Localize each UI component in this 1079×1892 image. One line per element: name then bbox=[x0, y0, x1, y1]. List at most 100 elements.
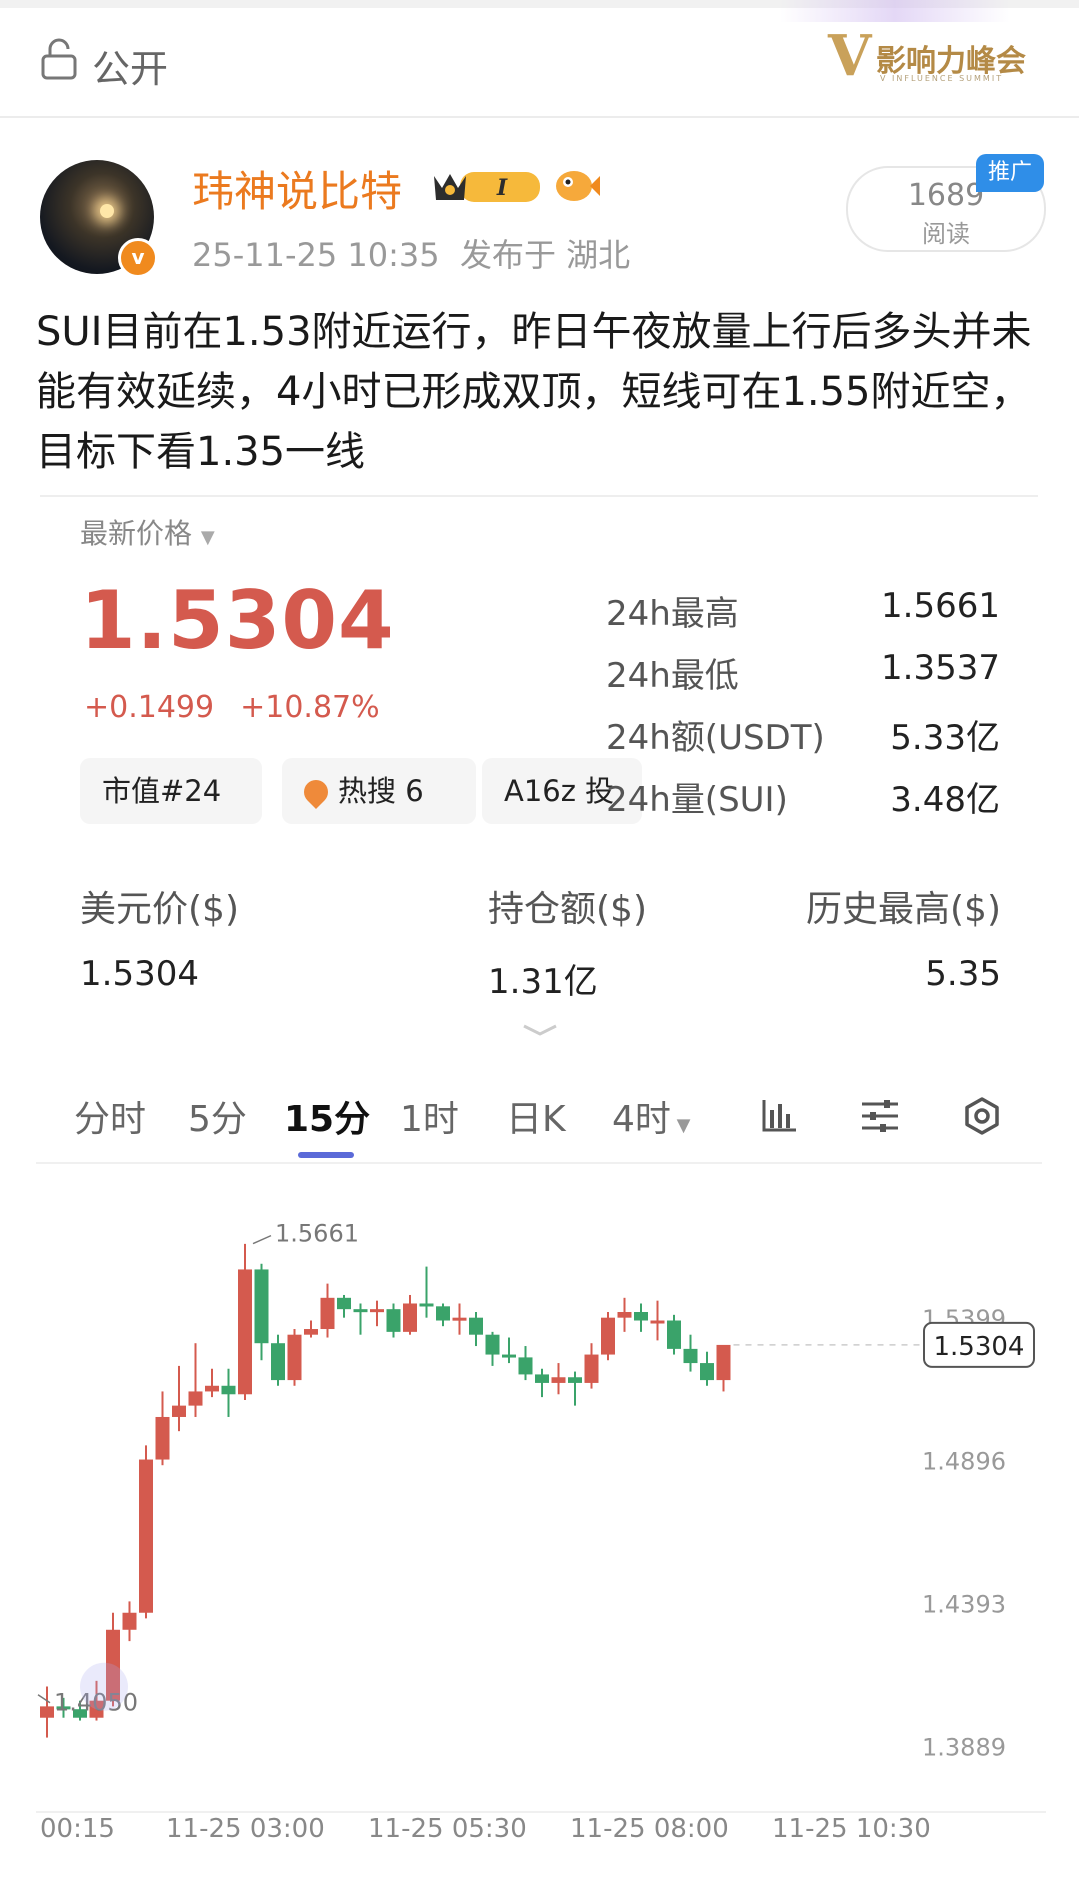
tab-daily[interactable]: 日K bbox=[506, 1090, 566, 1142]
all-time-high-label: 历史最高($) bbox=[806, 889, 1001, 930]
tag-market-cap[interactable]: 市值#24 bbox=[80, 758, 262, 824]
tag-label: A16z 投 bbox=[504, 774, 615, 808]
read-label: 阅读 bbox=[922, 220, 970, 248]
candlestick-chart[interactable]: 1.53991.48961.43931.38891.53041.56611.40… bbox=[36, 1170, 1046, 1850]
card-divider bbox=[40, 495, 1038, 497]
stats-panel: 24h最高 1.5661 24h最低 1.3537 24h额(USDT) 5.33亿 … bbox=[606, 586, 1000, 834]
candle-body bbox=[518, 1357, 533, 1375]
post-time: 25-11-25 10:35 bbox=[192, 236, 440, 274]
change-pct: +10.87% bbox=[240, 690, 380, 725]
y-tick-label: 1.4393 bbox=[922, 1590, 1006, 1618]
tab-4h-label: 4时 bbox=[612, 1099, 671, 1140]
candle-body bbox=[254, 1269, 269, 1344]
tag-label: 市值#24 bbox=[102, 774, 222, 808]
tag-label: 热搜 6 bbox=[338, 774, 424, 808]
usd-price-label: 美元价($) bbox=[80, 889, 239, 930]
candle-body bbox=[650, 1320, 665, 1324]
post-location: 发布于 湖北 bbox=[459, 236, 631, 274]
tab-time-share[interactable]: 分时 bbox=[74, 1090, 146, 1142]
x-tick-label: 11-25 05:30 bbox=[368, 1814, 527, 1844]
candle-body bbox=[205, 1385, 219, 1392]
candle-body bbox=[172, 1405, 186, 1417]
x-tick-label: 00:15 bbox=[40, 1814, 115, 1844]
candle-body bbox=[403, 1303, 417, 1332]
indicator-bars-icon[interactable] bbox=[760, 1096, 800, 1136]
candle-body bbox=[40, 1706, 54, 1718]
current-price: 1.5304 bbox=[80, 574, 395, 667]
candle-body bbox=[634, 1312, 648, 1321]
interval-tabs: 分时 5分 15分 1时 日K 4时 ▼ bbox=[0, 1082, 1079, 1162]
candle-body bbox=[683, 1348, 698, 1364]
chevron-down-icon: ▼ bbox=[670, 1115, 691, 1136]
stat-value: 1.3537 bbox=[881, 648, 1000, 688]
usd-price-value: 1.5304 bbox=[80, 954, 199, 994]
lock-icon bbox=[41, 38, 77, 80]
candle-body bbox=[568, 1377, 582, 1383]
open-interest-value: 1.31亿 bbox=[488, 962, 598, 1002]
stat-row: 24h最低 1.3537 bbox=[606, 648, 1000, 710]
fullscreen-bubble-icon bbox=[80, 1662, 128, 1711]
visibility-label[interactable]: 公开 bbox=[92, 38, 168, 93]
candle-body bbox=[122, 1612, 137, 1630]
candle-body bbox=[601, 1317, 615, 1355]
brand-subtitle: V INFLUENCE SUMMIT bbox=[880, 74, 1004, 83]
stat-row: 24h量(SUI) 3.48亿 bbox=[606, 772, 1000, 834]
tab-4h[interactable]: 4时 ▼ bbox=[612, 1090, 690, 1142]
x-tick-label: 11-25 03:00 bbox=[166, 1814, 325, 1844]
x-tick-label: 11-25 08:00 bbox=[570, 1814, 729, 1844]
candle-body bbox=[188, 1391, 203, 1406]
brand-logo: V 影响力峰会 V INFLUENCE SUMMIT bbox=[828, 28, 1028, 88]
candle-body bbox=[320, 1297, 335, 1330]
candle-body bbox=[238, 1269, 252, 1395]
top-bar: 公开 V 影响力峰会 V INFLUENCE SUMMIT bbox=[0, 0, 1079, 118]
adjust-sliders-icon[interactable] bbox=[860, 1096, 900, 1136]
candle-body bbox=[304, 1329, 318, 1335]
candle-body bbox=[139, 1459, 153, 1613]
tab-5m[interactable]: 5分 bbox=[188, 1090, 247, 1142]
stat-value: 1.5661 bbox=[881, 586, 1000, 626]
candle-body bbox=[700, 1363, 714, 1381]
expand-chevron-icon[interactable] bbox=[520, 1020, 560, 1040]
x-tick-label: 11-25 10:30 bbox=[772, 1814, 931, 1844]
candle-body bbox=[452, 1317, 467, 1321]
stat-value: 5.33亿 bbox=[890, 718, 1000, 758]
candle-body bbox=[419, 1303, 434, 1307]
settings-gear-icon[interactable] bbox=[962, 1096, 1002, 1136]
member-level: I bbox=[496, 175, 508, 201]
author-name[interactable]: 玮神说比特 bbox=[192, 158, 402, 219]
ad-tag: 推广 bbox=[976, 154, 1044, 192]
post-meta: 25-11-25 10:35 发布于 湖北 bbox=[192, 230, 630, 276]
stat-row: 24h额(USDT) 5.33亿 bbox=[606, 710, 1000, 772]
tag-hot-search[interactable]: 热搜 6 bbox=[282, 758, 476, 824]
candle-body bbox=[436, 1306, 450, 1321]
candle-body bbox=[337, 1297, 351, 1310]
change-abs: +0.1499 bbox=[84, 690, 215, 725]
high-marker-line bbox=[252, 1234, 272, 1245]
open-interest-label: 持仓额($) bbox=[488, 889, 647, 930]
verified-badge-icon: v bbox=[118, 238, 158, 278]
y-tick-label: 1.3889 bbox=[922, 1733, 1006, 1761]
candle-body bbox=[551, 1377, 566, 1383]
y-tick-label: 1.4896 bbox=[922, 1448, 1006, 1476]
stat-key: 24h最高 bbox=[606, 594, 739, 634]
candle-body bbox=[667, 1320, 681, 1349]
current-price-label: 1.5304 bbox=[934, 1332, 1025, 1362]
tabs-divider bbox=[36, 1162, 1042, 1164]
tab-15m[interactable]: 15分 bbox=[284, 1090, 370, 1142]
candle-body bbox=[502, 1354, 516, 1358]
brand-v-mark: V bbox=[828, 23, 872, 89]
candle-body bbox=[584, 1354, 599, 1383]
candle-body bbox=[155, 1416, 170, 1460]
price-change: +0.1499 +10.87% bbox=[84, 690, 380, 725]
active-tab-indicator bbox=[298, 1152, 354, 1158]
stat-key: 24h量(SUI) bbox=[606, 780, 788, 820]
candle-body bbox=[287, 1334, 302, 1381]
tab-1h[interactable]: 1时 bbox=[400, 1090, 459, 1142]
latest-price-dropdown[interactable]: 最新价格 ▼ bbox=[80, 512, 215, 552]
candle-body bbox=[617, 1312, 632, 1318]
all-time-high-value: 5.35 bbox=[925, 954, 1001, 994]
stat-key: 24h额(USDT) bbox=[606, 718, 825, 758]
high-marker-label: 1.5661 bbox=[275, 1220, 359, 1248]
stat-row: 24h最高 1.5661 bbox=[606, 586, 1000, 648]
low-marker-line bbox=[37, 1694, 51, 1704]
